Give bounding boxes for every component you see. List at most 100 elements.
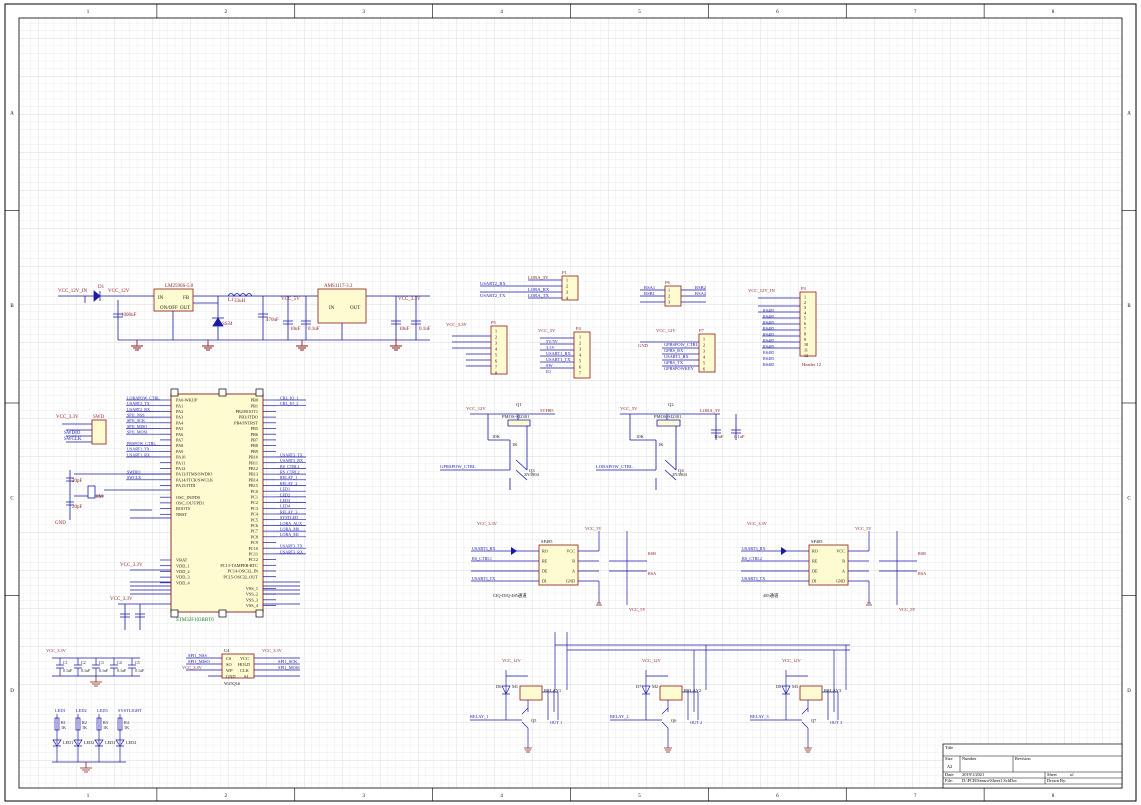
rs485-ctrl: RS_CTRL2: [742, 556, 762, 561]
p5-label: P5: [491, 320, 497, 325]
rs485-rsb: RSB: [918, 551, 926, 556]
connector-net-label: SW: [546, 363, 553, 368]
tb-sheet: Sheet: [1047, 772, 1058, 777]
connector-net-label: RS485: [763, 320, 774, 325]
relay-q: Q6: [671, 718, 677, 723]
mcu-net-right: RELAY_2: [280, 481, 297, 486]
rs485-rsa: RSA: [918, 571, 926, 576]
mcu-net-right: LED1: [280, 487, 290, 492]
rs485-pin: RE: [812, 559, 818, 564]
flash-miso: SPI1_MISO: [188, 659, 210, 664]
lm-out-pin: OUT: [180, 306, 190, 311]
connector-net-label: RS485: [763, 362, 774, 367]
d1-label: D1: [98, 285, 105, 290]
flash-vcc: VCC: [240, 656, 249, 661]
led-net: LED3: [97, 708, 109, 713]
mcu-pin-right: PC1: [251, 495, 258, 500]
mcu-pin-right: PB15: [248, 483, 258, 488]
mcu-net-left: SPI1_MISO: [127, 424, 147, 429]
pin-number: 2: [495, 335, 497, 340]
mcu-pin-right: PB13: [248, 472, 258, 477]
rs485-pin: A: [572, 569, 575, 574]
mcu-pin-right: PC4: [251, 512, 259, 517]
pin-number: 4: [804, 310, 806, 315]
r-10k-a: 10K: [492, 434, 501, 439]
mcu-net-right: USART3_TX: [280, 452, 303, 457]
vdd-vcc-label: VCC_3.3V: [110, 597, 133, 602]
pin-number: 1: [804, 295, 806, 300]
mcu-net-left: PRSPOW_CTRL: [127, 441, 156, 446]
mcu-net-left: USART2_RX: [127, 407, 150, 412]
flash-chip: W25Q16: [224, 681, 241, 686]
sw-cap1: 10uF: [714, 434, 724, 439]
connector-net-label: USART1_RX: [546, 351, 571, 356]
mcu-pin-right: PC15-OSC32_OUT: [223, 574, 258, 579]
p6-rsa1: RSA1: [644, 285, 656, 290]
vbat-vcc-label: VCC_3.3V: [120, 563, 143, 568]
pin-number: 4: [579, 353, 581, 358]
mcu-pin-left: OSC_IN/PD0: [176, 495, 200, 500]
flash-so: SO: [226, 662, 232, 667]
mcu-pin-right: PC11: [249, 552, 258, 557]
p7-label: P7: [699, 328, 705, 333]
p7-vcc: VCC_12V: [656, 328, 676, 333]
ps-5vh: 5VH85: [540, 408, 554, 413]
mcu-pin-left: PA4: [176, 420, 184, 425]
decoup-cap-val: 0.1uF: [63, 668, 73, 673]
swd-label: SWD: [93, 415, 105, 420]
mcu-net-right: USART3_RX: [280, 549, 303, 554]
mcu-pin-left: PA7: [176, 438, 184, 443]
relay-name: RELAY2: [684, 688, 702, 693]
connector-net-label: RS485: [763, 308, 774, 313]
rs485-pin: B: [572, 559, 575, 564]
vcc33-power-label: VCC_3.3V: [398, 297, 421, 302]
relay-d: D7: [636, 684, 642, 689]
mcu-net-right: USART3_TX: [280, 544, 303, 549]
connector-net-label: RS485: [763, 344, 774, 349]
pin-number: 6: [804, 321, 806, 326]
ams1117-label: AMS1117-3.3: [324, 284, 353, 289]
pin-number: 6: [579, 365, 581, 370]
pin-number: 3: [495, 341, 497, 346]
p7-gnd: GND: [638, 343, 649, 348]
connector-net-label: USART1_TX: [546, 357, 571, 362]
title-block: Title Size A2 Number Revision Date: 2019…: [942, 743, 1123, 789]
connector-net-label: RS485: [763, 338, 774, 343]
mcu-pin-right: PC7: [251, 529, 259, 534]
mcu-pin-right: PB12: [248, 466, 258, 471]
mcu-pin-right: PB11: [249, 460, 258, 465]
cap470-label: 470uF: [266, 318, 279, 323]
p4-label: P4: [576, 326, 582, 331]
mcu-pin-right: PC13-TAMPER-RTC: [220, 563, 258, 568]
rs485-pin: VCC: [836, 549, 845, 554]
mcu-net-right: RS_CTRL1: [280, 464, 300, 469]
decoup-cap: C5: [135, 660, 140, 665]
connector-net-label: RS485: [763, 326, 774, 331]
mcu-pin-left: VBAT: [176, 558, 188, 563]
flash-clk: CLK: [240, 668, 250, 673]
crystal-cap2: 20pF: [72, 505, 83, 510]
flash-wp: WP: [226, 668, 233, 673]
pin-number: 4: [566, 296, 568, 301]
tb-revision: Revision: [1015, 756, 1031, 761]
connector-net-label: RS485: [763, 350, 774, 355]
mcu-net-right: LORA_AUX: [280, 521, 302, 526]
cap01b-label: 0.1uF: [419, 327, 431, 332]
cap10b-label: 10uF: [399, 327, 410, 332]
tb-date-val: 2019/1/2021: [962, 772, 984, 777]
relay-m: M2: [652, 684, 658, 689]
relay-ctrl-net: RELAY_1: [470, 714, 489, 719]
mcu-pin-left: VDD_2: [176, 569, 190, 574]
pin-number: 1: [495, 329, 497, 334]
mcu-net-left: SPI1_NSS: [127, 413, 145, 418]
p1-lorarx: LORA_RX: [528, 287, 550, 292]
gprs-ctrl-label: GPRSPOW_CTRL: [440, 464, 476, 469]
relay-name: RELAY1: [544, 688, 562, 693]
rs485-tx: USART3_TX: [742, 576, 765, 581]
rs485-caption: CIQ-DIQ-485通道: [493, 592, 527, 599]
pin-number: 2: [668, 294, 670, 299]
mcu-net-right: LED2: [280, 492, 290, 497]
rs485-pin: VCC: [566, 549, 575, 554]
relay-m: M1: [512, 684, 518, 689]
pin-number: 1: [566, 278, 568, 283]
